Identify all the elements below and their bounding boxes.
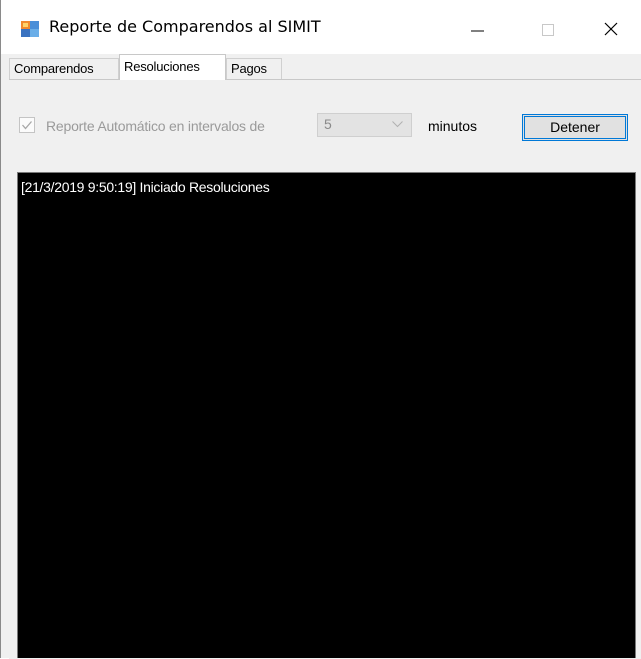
close-icon <box>604 22 618 36</box>
tab-comparendos[interactable]: Comparendos <box>9 58 119 79</box>
stop-button[interactable]: Detener <box>522 114 628 141</box>
minimize-icon <box>471 30 484 32</box>
interval-select[interactable]: 5 <box>317 113 412 137</box>
tab-resoluciones[interactable]: Resoluciones <box>119 54 226 80</box>
checkmark-icon <box>22 121 32 130</box>
tab-strip: Comparendos Resoluciones Pagos <box>1 54 641 80</box>
log-line: [21/3/2019 9:50:19] Iniciado Resolucione… <box>21 179 270 195</box>
close-button[interactable] <box>588 0 634 54</box>
app-icon <box>21 19 39 37</box>
maximize-button[interactable] <box>524 0 570 54</box>
chevron-down-icon <box>392 121 403 128</box>
tab-pagos[interactable]: Pagos <box>226 58 282 79</box>
minimize-button[interactable] <box>454 0 500 54</box>
auto-report-checkbox[interactable] <box>19 117 35 133</box>
interval-value: 5 <box>324 116 332 132</box>
interval-unit-label: minutos <box>428 118 478 134</box>
log-output[interactable]: [21/3/2019 9:50:19] Iniciado Resolucione… <box>17 172 636 658</box>
app-window: Reporte de Comparendos al SIMIT Comparen… <box>0 0 641 659</box>
auto-report-label: Reporte Automático en intervalos de <box>46 118 265 134</box>
maximize-icon <box>542 24 554 36</box>
title-bar[interactable]: Reporte de Comparendos al SIMIT <box>1 0 641 54</box>
window-title: Reporte de Comparendos al SIMIT <box>49 17 321 36</box>
stop-button-label: Detener <box>550 119 600 135</box>
